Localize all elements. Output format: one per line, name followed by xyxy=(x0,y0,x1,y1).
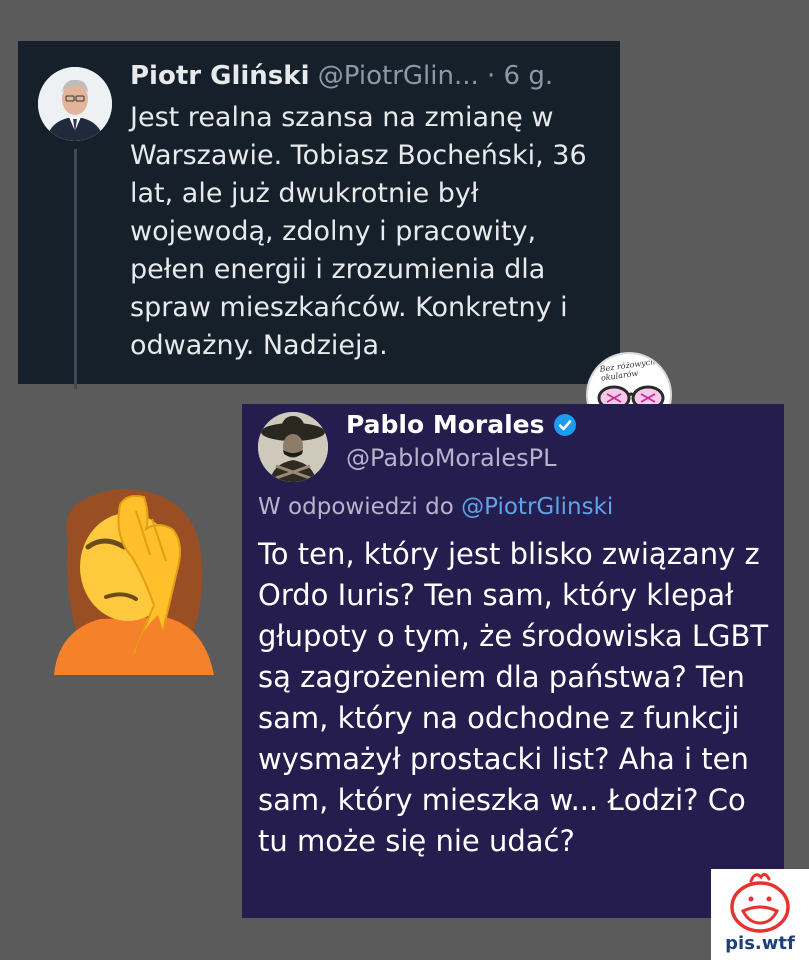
avatar-morales-image xyxy=(258,412,328,482)
thread-line xyxy=(74,149,77,389)
pis-wtf-logo: pis.wtf xyxy=(711,869,809,960)
tweet-morales[interactable]: Pablo Morales @PabloMoralesPL W odpowied… xyxy=(242,404,784,918)
author-name[interactable]: Pablo Morales xyxy=(346,410,545,439)
verified-badge-icon xyxy=(553,413,576,436)
tweet-time[interactable]: · 6 g. xyxy=(487,61,553,91)
tweet-text: To ten, który jest blisko związany z Ord… xyxy=(258,537,769,858)
avatar-morales[interactable] xyxy=(258,412,328,482)
author-handle[interactable]: @PiotrGlin... xyxy=(318,61,479,91)
author-name[interactable]: Piotr Gliński xyxy=(130,61,310,91)
tweet-header: Piotr Gliński @PiotrGlin... · 6 g. xyxy=(130,61,553,91)
tweet-glinski[interactable]: Piotr Gliński @PiotrGlin... · 6 g. Jest … xyxy=(18,41,620,389)
tweet-text: Jest realna szansa na zmianę w Warszawie… xyxy=(130,102,587,361)
pis-wtf-logo-icon xyxy=(730,872,790,933)
avatar-glinski-image xyxy=(38,67,112,141)
reply-context: W odpowiedzi do @PiotrGlinski xyxy=(258,494,613,520)
reply-mention-link[interactable]: @PiotrGlinski xyxy=(461,494,613,520)
author-handle[interactable]: @PabloMoralesPL xyxy=(346,444,556,472)
facepalm-emoji xyxy=(54,489,214,675)
avatar-glinski[interactable] xyxy=(38,67,112,141)
logo-text: pis.wtf xyxy=(725,933,795,954)
reply-prefix: W odpowiedzi do xyxy=(258,494,454,520)
author-name-line: Pablo Morales xyxy=(346,410,577,439)
